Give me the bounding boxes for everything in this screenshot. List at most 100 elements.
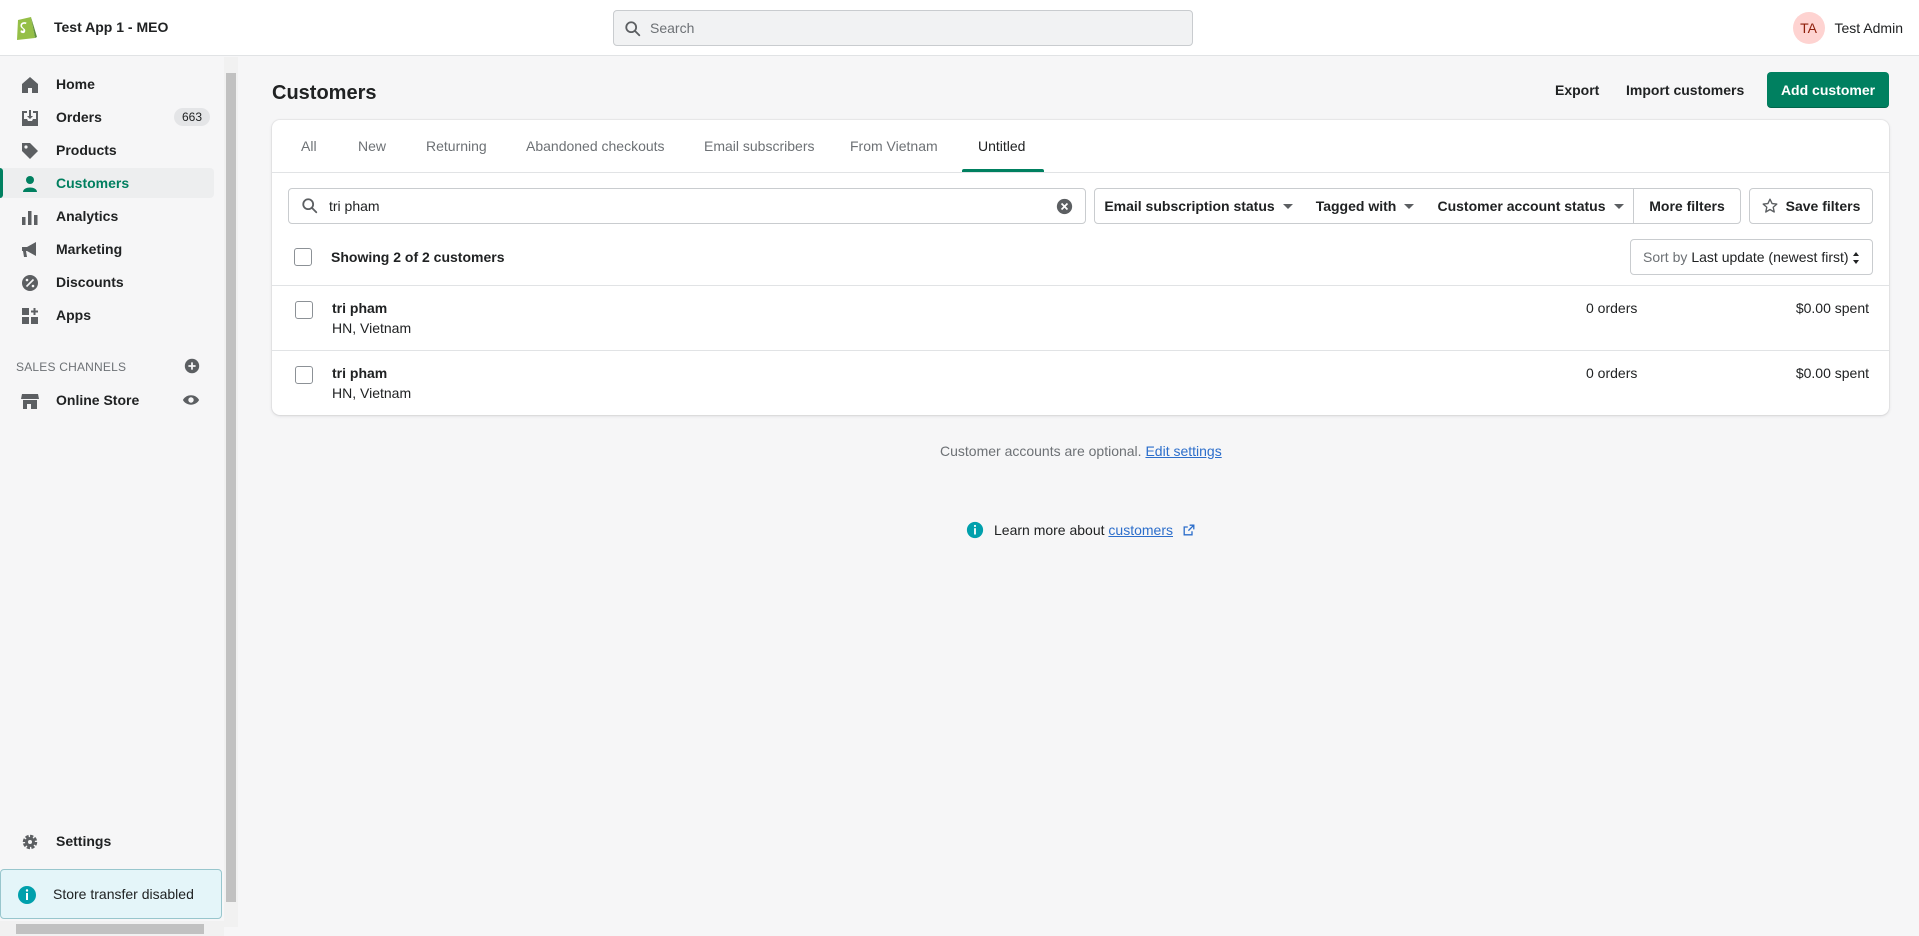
sidebar-item-label: Analytics: [56, 208, 119, 224]
sidebar-item-discounts[interactable]: Discounts: [0, 267, 214, 297]
search-icon: [302, 198, 318, 214]
customers-help-link[interactable]: customers: [1108, 522, 1173, 538]
sort-select[interactable]: Sort by Last update (newest first): [1630, 239, 1873, 275]
eye-icon[interactable]: [182, 391, 200, 409]
tagged-with-filter[interactable]: Tagged with: [1302, 188, 1429, 224]
sidebar-item-label: Apps: [56, 307, 91, 323]
customer-name[interactable]: tri pham: [332, 300, 387, 316]
tab-abandoned-checkouts[interactable]: Abandoned checkouts: [526, 138, 665, 154]
tab-untitled[interactable]: Untitled: [978, 138, 1025, 154]
select-arrows-icon: [1853, 252, 1859, 264]
customers-card: All New Returning Abandoned checkouts Em…: [272, 120, 1889, 415]
save-filters-button[interactable]: Save filters: [1749, 188, 1873, 224]
filter-label: Save filters: [1785, 198, 1861, 214]
sidebar-item-label: Discounts: [56, 274, 124, 290]
accounts-note: Customer accounts are optional. Edit set…: [940, 443, 1222, 459]
star-icon: [1762, 198, 1778, 213]
store-transfer-banner: Store transfer disabled: [0, 869, 222, 919]
table-row[interactable]: tri pham HN, Vietnam 0 orders $0.00 spen…: [272, 350, 1889, 415]
import-customers-button[interactable]: Import customers: [1626, 82, 1744, 98]
search-placeholder: Search: [650, 20, 695, 36]
sidebar-item-apps[interactable]: Apps: [0, 300, 214, 330]
select-all-checkbox[interactable]: [294, 248, 312, 266]
orders-count-badge: 663: [173, 108, 210, 126]
filter-label: Tagged with: [1315, 198, 1397, 214]
search-input[interactable]: Search: [613, 10, 1193, 46]
top-bar: Test App 1 - MEO Search TA Test Admin: [0, 0, 1919, 56]
sidebar-item-label: Orders: [56, 109, 102, 125]
discount-icon: [22, 275, 38, 291]
person-icon: [23, 176, 37, 192]
external-link-icon[interactable]: [1183, 524, 1195, 536]
shopify-logo[interactable]: [14, 13, 38, 41]
filter-label: More filters: [1649, 198, 1725, 214]
sort-label: Sort by: [1643, 249, 1688, 265]
customer-location: HN, Vietnam: [332, 320, 412, 336]
sidebar-item-marketing[interactable]: Marketing: [0, 234, 214, 264]
horizontal-scroll-thumb[interactable]: [16, 924, 204, 934]
customer-spent: $0.00 spent: [1795, 300, 1869, 316]
sidebar-item-online-store[interactable]: Online Store: [0, 385, 214, 415]
filter-label: Customer account status: [1437, 198, 1606, 214]
sidebar-item-products[interactable]: Products: [0, 135, 214, 165]
user-menu[interactable]: TA Test Admin: [1792, 12, 1903, 44]
sidebar-item-label: Settings: [56, 833, 112, 849]
caret-down-icon: [1613, 203, 1624, 209]
apps-icon: [22, 308, 38, 324]
store-icon: [21, 394, 39, 409]
customer-search-input[interactable]: tri pham: [288, 188, 1086, 224]
caret-down-icon: [1404, 203, 1415, 209]
info-icon: [18, 886, 36, 904]
store-name[interactable]: Test App 1 - MEO: [54, 19, 168, 35]
sidebar-item-label: Marketing: [56, 241, 123, 257]
sidebar-item-label: Products: [56, 142, 117, 158]
row-checkbox[interactable]: [295, 301, 313, 319]
learn-more: Learn more about customers: [966, 521, 1195, 539]
active-tab-indicator: [962, 169, 1044, 172]
home-icon: [22, 77, 38, 93]
avatar: TA: [1792, 12, 1825, 44]
email-subscription-status-filter[interactable]: Email subscription status: [1094, 188, 1303, 224]
tab-new[interactable]: New: [358, 138, 386, 154]
caret-down-icon: [1282, 203, 1293, 209]
customer-orders: 0 orders: [1586, 365, 1638, 381]
sidebar-item-label: Customers: [56, 175, 130, 191]
tab-all[interactable]: All: [301, 138, 317, 154]
tab-from-vietnam[interactable]: From Vietnam: [850, 138, 938, 154]
export-button[interactable]: Export: [1555, 82, 1599, 98]
search-query: tri pham: [329, 198, 380, 214]
filter-label: Email subscription status: [1104, 198, 1275, 214]
add-channel-icon[interactable]: [183, 357, 201, 375]
transfer-text: Store transfer disabled: [53, 886, 194, 902]
bar-chart-icon: [22, 211, 38, 225]
add-customer-button[interactable]: Add customer: [1767, 72, 1889, 108]
sidebar-item-settings[interactable]: Settings: [0, 826, 214, 856]
customer-account-status-filter[interactable]: Customer account status: [1428, 188, 1634, 224]
customer-location: HN, Vietnam: [332, 385, 412, 401]
edit-settings-link[interactable]: Edit settings: [1145, 443, 1221, 459]
sidebar-item-customers[interactable]: Customers: [0, 168, 214, 198]
note-text: Customer accounts are optional.: [940, 443, 1142, 459]
sidebar-item-orders[interactable]: Orders 663: [0, 102, 214, 132]
gear-icon: [22, 834, 38, 850]
tab-bar: All New Returning Abandoned checkouts Em…: [272, 120, 1889, 173]
sidebar: Home Orders 663 Products Customers Analy…: [0, 57, 224, 936]
row-checkbox[interactable]: [295, 366, 313, 384]
sidebar-item-home[interactable]: Home: [0, 69, 214, 99]
sidebar-item-label: Home: [56, 76, 95, 92]
tab-returning[interactable]: Returning: [426, 138, 487, 154]
sidebar-item-label: Online Store: [56, 392, 140, 408]
orders-icon: [22, 110, 38, 126]
more-filters-button[interactable]: More filters: [1633, 188, 1741, 224]
sidebar-item-analytics[interactable]: Analytics: [0, 201, 214, 231]
showing-count: Showing 2 of 2 customers: [331, 249, 505, 265]
clear-search-icon[interactable]: [1056, 198, 1073, 215]
learn-text: Learn more about: [994, 522, 1105, 538]
sort-value: Last update (newest first): [1691, 249, 1849, 265]
customer-name[interactable]: tri pham: [332, 365, 387, 381]
page-title: Customers: [272, 82, 377, 104]
table-row[interactable]: tri pham HN, Vietnam 0 orders $0.00 spen…: [272, 285, 1889, 350]
tab-email-subscribers[interactable]: Email subscribers: [704, 138, 814, 154]
customer-spent: $0.00 spent: [1795, 365, 1869, 381]
sidebar-scroll-thumb[interactable]: [226, 73, 236, 902]
